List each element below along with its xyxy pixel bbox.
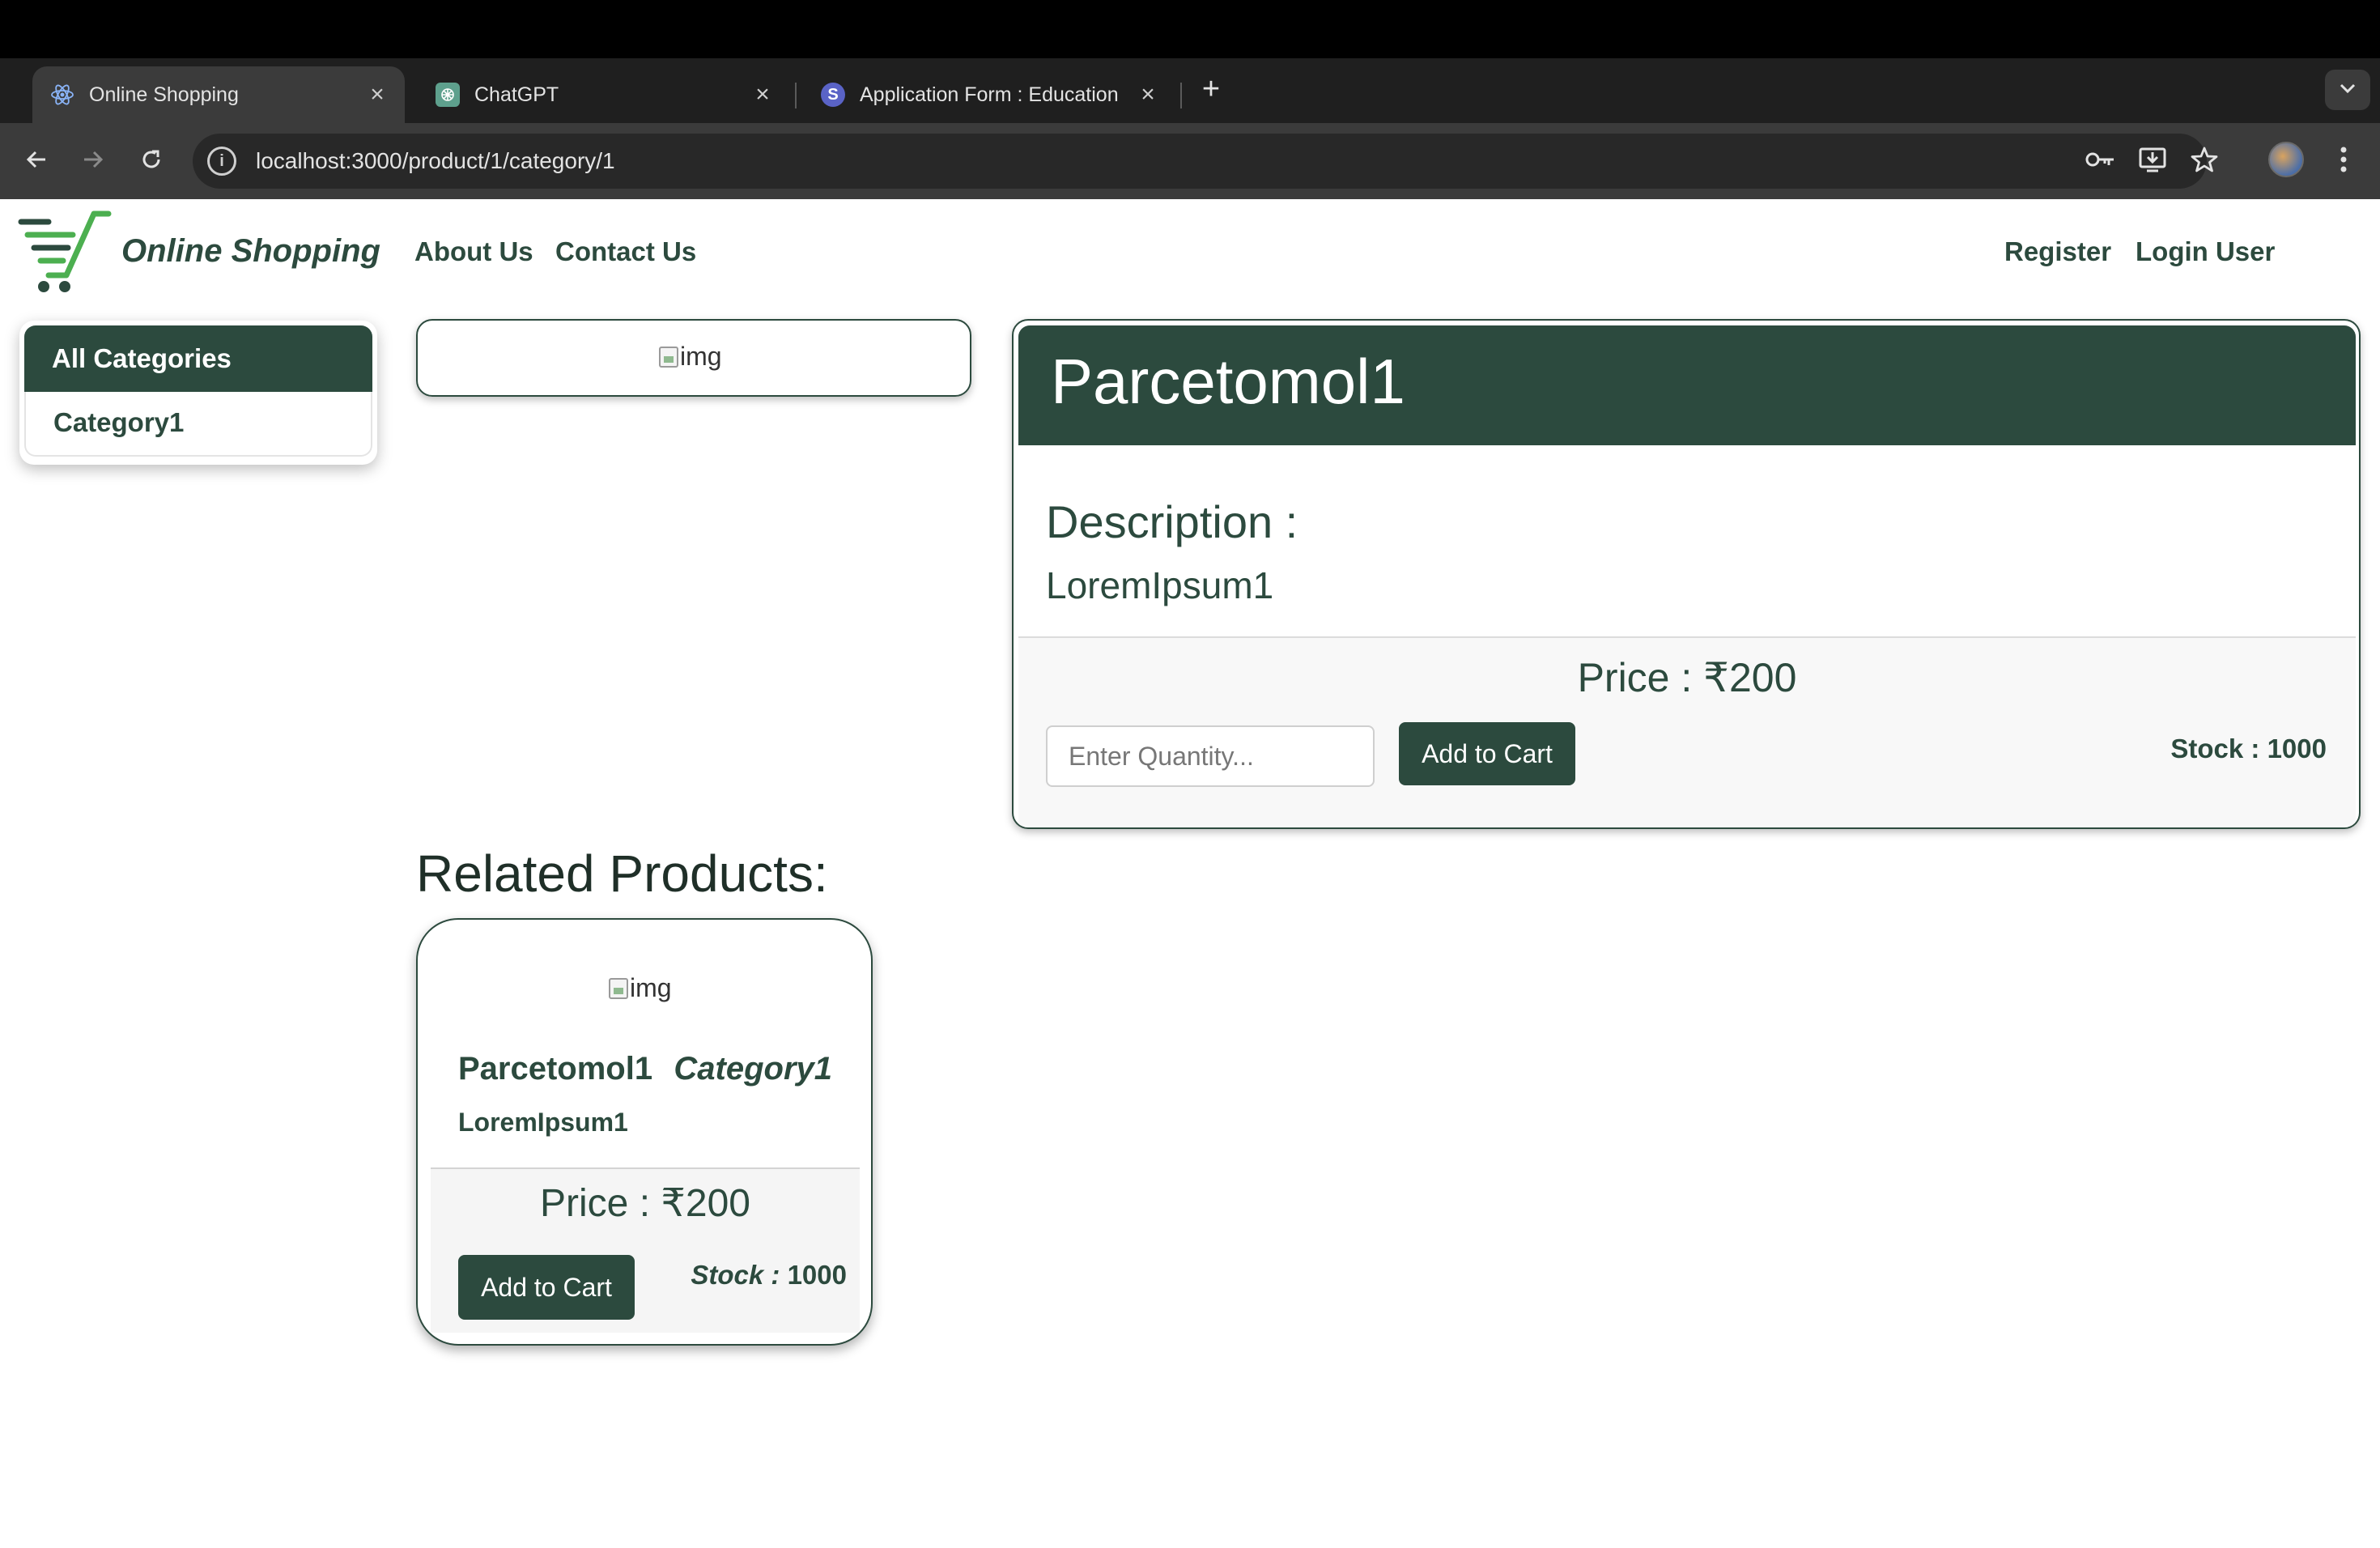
arrow-right-icon [81,147,105,176]
related-product-image: img [609,973,672,1003]
all-categories-item[interactable]: All Categories [24,325,372,392]
nav-login-user[interactable]: Login User [2136,236,2275,267]
tab-title: Online Shopping [89,83,239,106]
chatgpt-icon [436,83,460,107]
address-bar[interactable]: i localhost:3000/product/1/category/1 [193,134,2207,189]
forward-button[interactable] [73,141,113,181]
stock-label: Stock : [691,1260,780,1290]
related-product-card[interactable]: img Parcetomol1 Category1 LoremIpsum1 Pr… [416,918,873,1346]
reload-button[interactable] [131,141,172,181]
install-app-button[interactable] [2132,141,2173,181]
star-icon [2191,146,2218,177]
broken-image-icon [609,977,628,999]
description-label: Description : [1046,496,1298,547]
product-detail-card: Parcetomol1 Description : LoremIpsum1 Pr… [1012,319,2361,829]
related-product-description: LoremIpsum1 [458,1108,628,1137]
related-product-category: Category1 [674,1051,832,1087]
nav-contact-us[interactable]: Contact Us [555,236,696,267]
image-alt-text: img [680,342,722,371]
product-title: Parcetomol1 [1051,346,1405,417]
product-price: Price : ₹200 [1577,655,1797,700]
category-list: All Categories Category1 [19,321,377,465]
window-titlebar [0,0,2380,58]
related-products-heading: Related Products: [416,844,828,903]
product-image: img [659,342,722,372]
chevron-down-icon [2339,83,2357,98]
close-icon[interactable]: × [750,81,776,108]
url-text[interactable]: localhost:3000/product/1/category/1 [256,148,615,174]
related-product-footer: Price : ₹200 Add to Cart Stock : 1000 [431,1167,860,1333]
bookmark-button[interactable] [2184,141,2225,181]
tab-online-shopping[interactable]: Online Shopping × [32,66,405,123]
key-icon [2085,147,2117,176]
react-icon [50,83,74,107]
stock-value: 1000 [787,1260,847,1290]
related-product-name: Parcetomol1 [458,1051,653,1087]
product-image-frame: img [416,319,971,397]
back-button[interactable] [16,141,57,181]
arrow-left-icon [24,147,49,176]
s-icon: S [821,83,845,107]
profile-avatar[interactable] [2268,142,2304,177]
tab-chatgpt[interactable]: ChatGPT × [418,66,790,123]
product-stock: Stock : 1000 [2170,734,2327,763]
category-item[interactable]: Category1 [24,392,372,457]
product-detail-header: Parcetomol1 [1018,325,2356,445]
tab-title: ChatGPT [474,83,559,106]
related-product-price: Price : ₹200 [540,1182,750,1225]
image-alt-text: img [630,973,672,1002]
product-detail-footer: Price : ₹200 Add to Cart Stock : 1000 [1018,636,2356,826]
info-icon[interactable]: i [207,147,236,176]
close-icon[interactable]: × [1135,81,1161,108]
tab-title: Application Form : Education [860,83,1119,106]
product-description: LoremIpsum1 [1046,564,1274,606]
related-product-stock: Stock : 1000 [691,1260,847,1291]
kebab-menu-icon [2340,146,2348,177]
brand-name[interactable]: Online Shopping [121,233,380,270]
install-icon [2138,146,2167,177]
tab-application-form[interactable]: S Application Form : Education × [803,66,1175,123]
new-tab-button[interactable]: + [1195,73,1227,105]
tab-separator [795,83,797,108]
nav-register[interactable]: Register [2004,236,2111,267]
quantity-input[interactable] [1046,725,1375,787]
password-key-button[interactable] [2080,141,2121,181]
tab-strip: Online Shopping × ChatGPT × S Applicatio… [0,58,2380,123]
close-icon[interactable]: × [364,81,390,108]
browser-toolbar: i localhost:3000/product/1/category/1 [0,123,2380,199]
cart-logo-icon[interactable] [16,211,112,293]
site-header: Online Shopping About Us Contact Us Regi… [0,199,2380,304]
tab-separator [1180,83,1182,108]
broken-image-icon [659,346,678,368]
browser-menu-button[interactable] [2323,141,2364,181]
add-to-cart-button[interactable]: Add to Cart [1399,722,1575,785]
reload-icon [139,147,164,176]
nav-about-us[interactable]: About Us [414,236,533,267]
related-add-to-cart-button[interactable]: Add to Cart [458,1255,635,1320]
tab-search-button[interactable] [2325,70,2370,110]
